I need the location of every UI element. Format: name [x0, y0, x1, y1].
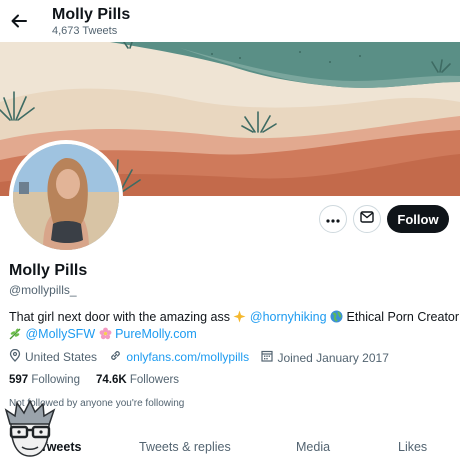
profile-meta: United States onlyfans.com/mollypills Jo…	[9, 348, 398, 365]
sparkles-icon	[233, 310, 246, 323]
bio-mention-hornyhiking[interactable]: @hornyhiking	[250, 310, 327, 324]
back-arrow-icon[interactable]	[8, 10, 30, 32]
tab-tweets-replies[interactable]: Tweets & replies	[139, 440, 231, 454]
profile-bio: That girl next door with the amazing ass…	[9, 309, 459, 343]
link-icon	[109, 349, 126, 365]
more-options-button[interactable]	[319, 205, 347, 233]
bio-text: Ethical Porn Creator	[343, 310, 460, 324]
watermark-mascot	[2, 399, 58, 458]
bio-mention-mollysfw[interactable]: @MollySFW	[25, 327, 95, 341]
top-bar: Molly Pills 4,673 Tweets	[0, 0, 460, 42]
flower-icon	[99, 327, 112, 340]
header-profile-name: Molly Pills	[52, 6, 131, 23]
followers-label: Followers	[129, 374, 180, 386]
following-stat[interactable]: 597 Following	[9, 374, 80, 386]
herb-icon	[9, 327, 22, 340]
website-link[interactable]: onlyfans.com/mollypills	[126, 350, 249, 364]
bio-text: That girl next door with the amazing ass	[9, 310, 234, 324]
followers-count: 74.6K	[95, 374, 127, 386]
header-tweet-count: 4,673 Tweets	[52, 25, 118, 37]
location-text: United States	[25, 350, 98, 364]
globe-icon	[330, 310, 343, 323]
profile-name: Molly Pills	[9, 262, 88, 279]
avatar[interactable]	[9, 140, 123, 254]
joined-text: Joined January 2017	[277, 350, 389, 365]
follow-stats: 597 Following 74.6K Followers	[9, 374, 179, 386]
location-icon	[9, 348, 25, 365]
location-item: United States	[9, 348, 98, 365]
more-icon	[326, 210, 340, 228]
message-icon	[360, 210, 374, 228]
joined-item: Joined January 2017	[261, 350, 389, 365]
following-count: 597	[9, 374, 29, 386]
calendar-icon	[261, 350, 277, 365]
followers-stat[interactable]: 74.6K Followers	[96, 374, 179, 386]
message-button[interactable]	[353, 205, 381, 233]
profile-tabs: Tweets Tweets & replies Media Likes	[0, 428, 460, 460]
website-item[interactable]: onlyfans.com/mollypills	[109, 349, 249, 365]
tab-media[interactable]: Media	[296, 440, 330, 454]
profile-handle: @mollypills_	[9, 283, 77, 297]
follow-button[interactable]: Follow	[387, 205, 449, 233]
following-label: Following	[31, 374, 80, 386]
tab-likes[interactable]: Likes	[398, 440, 427, 454]
bio-link-puremolly[interactable]: PureMolly.com	[115, 327, 197, 341]
